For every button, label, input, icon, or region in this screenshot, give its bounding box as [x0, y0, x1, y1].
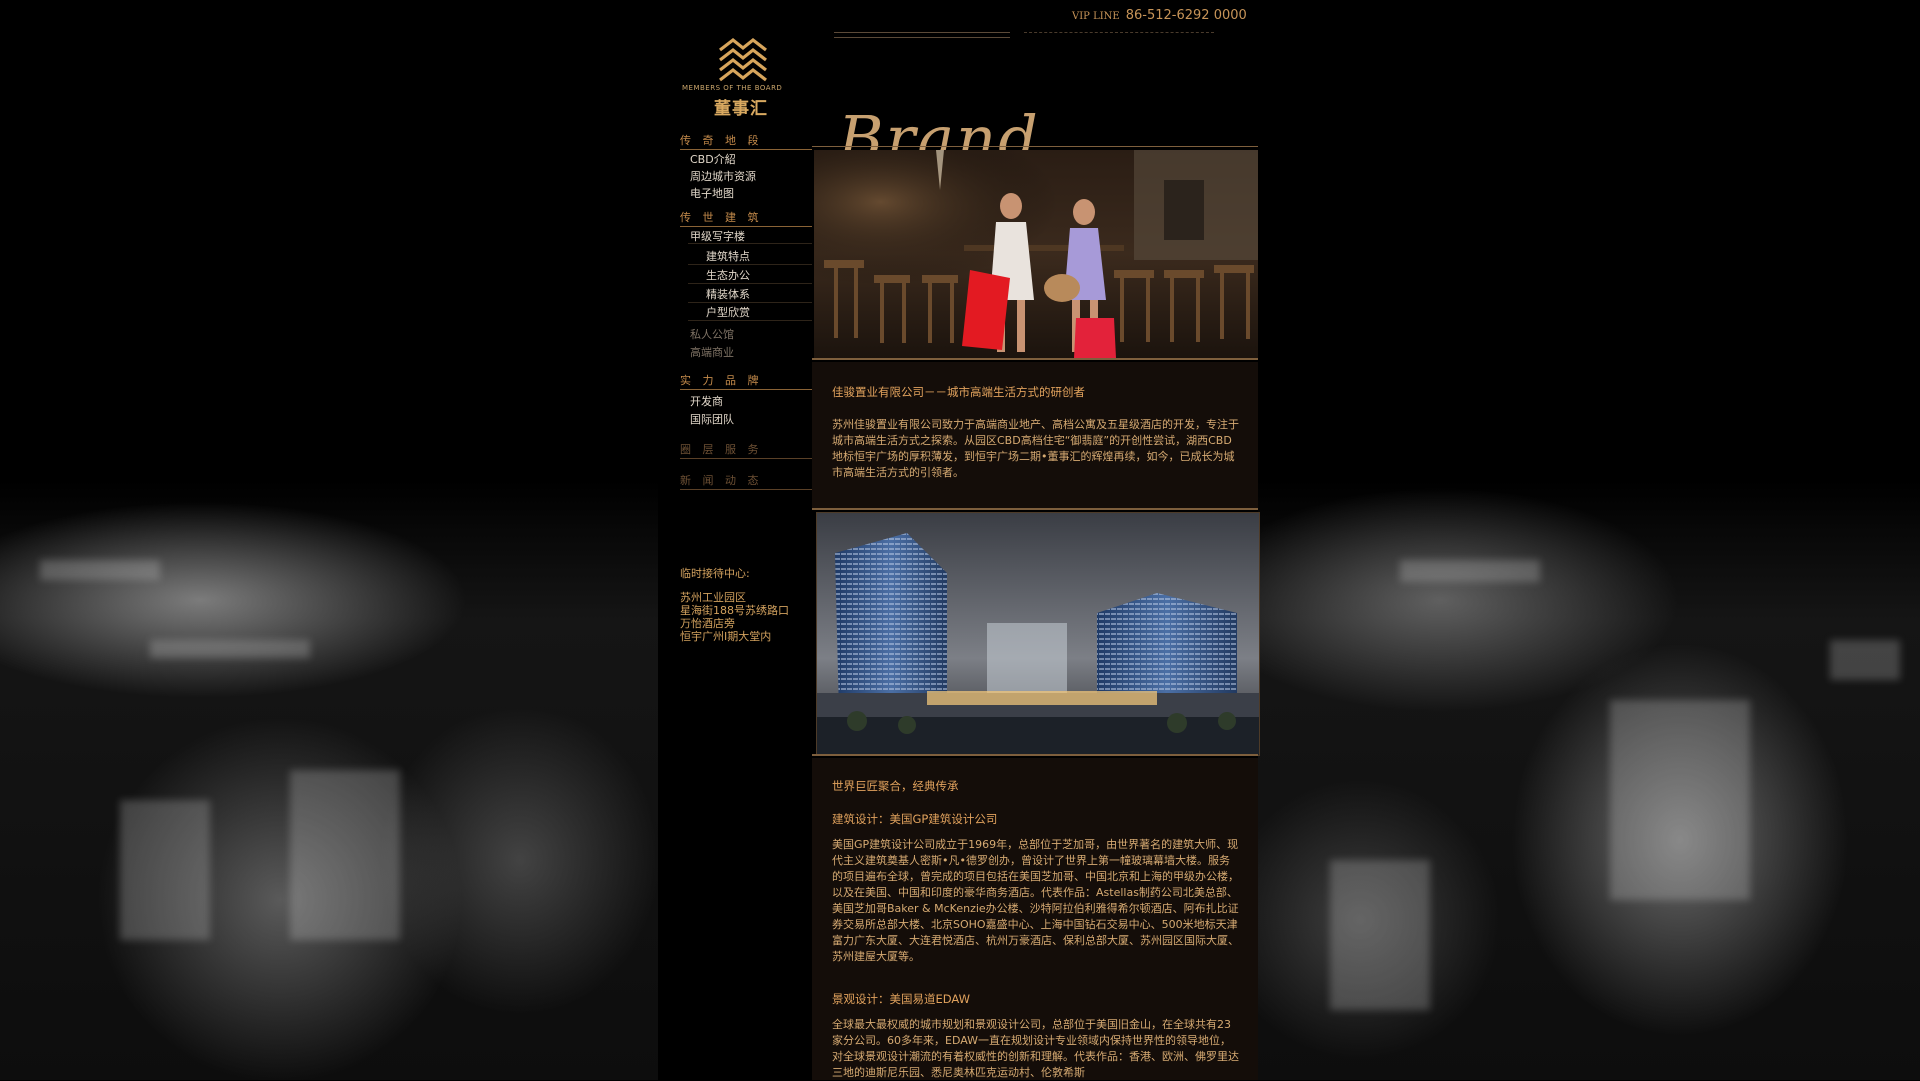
divider — [812, 358, 1258, 360]
sidebar: MEMBERS OF THE BOARD 董事汇 传 奇 地 段 CBD介紹 周… — [658, 0, 812, 1080]
nav-item-office[interactable]: 甲级写字楼 — [690, 228, 745, 244]
team-title: 世界巨匠聚合，经典传承 — [832, 779, 959, 793]
divider — [688, 302, 812, 303]
site-page: MEMBERS OF THE BOARD 董事汇 传 奇 地 段 CBD介紹 周… — [658, 0, 1260, 1080]
logo-subtitle: MEMBERS OF THE BOARD — [682, 84, 783, 92]
nav-subitem-fitout[interactable]: 精装体系 — [706, 286, 750, 302]
building-rendering-photo — [816, 512, 1260, 756]
nav-section-services[interactable]: 圈 层 服 务 — [680, 441, 812, 459]
vip-label: VIP LINE — [1072, 11, 1120, 22]
nav-item-commercial[interactable]: 高端商业 — [690, 344, 734, 360]
intro-block: 佳骏置业有限公司－－城市高端生活方式的研创者 苏州佳骏置业有限公司致力于高端商业… — [812, 362, 1258, 508]
divider — [688, 264, 812, 265]
landscape-body: 全球最大最权威的城市规划和景观设计公司，总部位于美国旧金山，在全球共有23家分公… — [832, 1018, 1239, 1079]
nav-subitem-features[interactable]: 建筑特点 — [706, 248, 750, 264]
nav-section-legend-location[interactable]: 传 奇 地 段 — [680, 132, 812, 150]
logo-name: 董事汇 — [714, 99, 768, 119]
team-block: 世界巨匠聚合，经典传承 建筑设计：美国GP建筑设计公司 美国GP建筑设计公司成立… — [812, 758, 1258, 1080]
landscape-title: 景观设计：美国易道EDAW — [832, 992, 971, 1006]
architecture-title: 建筑设计：美国GP建筑设计公司 — [832, 812, 998, 826]
intro-body: 苏州佳骏置业有限公司致力于高端商业地产、高档公寓及五星级酒店的开发，专注于城市高… — [832, 418, 1239, 479]
nav-subitem-floorplans[interactable]: 户型欣赏 — [706, 304, 750, 320]
contact-title: 临时接待中心: — [680, 567, 750, 580]
nav-item-private-residence[interactable]: 私人公馆 — [690, 326, 734, 342]
vip-phone: 86-512-6292 0000 — [1125, 8, 1247, 23]
nav-subitem-eco-office[interactable]: 生态办公 — [706, 267, 750, 283]
divider — [688, 320, 812, 321]
contact-line: 恒宇广州Ⅰ期大堂内 — [680, 630, 772, 643]
divider — [812, 754, 1258, 756]
nav-item-intl-team[interactable]: 国际团队 — [690, 411, 734, 427]
nav-section-architecture[interactable]: 传 世 建 筑 — [680, 209, 812, 227]
header-decor-line — [1024, 32, 1214, 36]
divider — [688, 243, 812, 244]
nav-item-developer[interactable]: 开发商 — [690, 393, 723, 409]
vip-line: VIP LINE 86-512-6292 0000 — [1072, 8, 1247, 23]
divider — [812, 146, 1258, 147]
divider — [688, 283, 812, 284]
nav-section-news[interactable]: 新 闻 动 态 — [680, 472, 812, 490]
architecture-body: 美国GP建筑设计公司成立于1969年，总部位于芝加哥，由世界著名的建筑大师、现代… — [832, 838, 1239, 963]
nav-item-map[interactable]: 电子地图 — [690, 185, 734, 201]
shopping-photo — [814, 150, 1258, 358]
header-decor-line — [834, 32, 1010, 38]
nav-section-brand[interactable]: 实 力 品 牌 — [680, 372, 812, 390]
nav-item-city-resources[interactable]: 周边城市资源 — [690, 168, 756, 184]
nav-item-cbd[interactable]: CBD介紹 — [690, 151, 736, 167]
intro-title: 佳骏置业有限公司－－城市高端生活方式的研创者 — [832, 385, 1085, 399]
divider — [812, 508, 1258, 510]
